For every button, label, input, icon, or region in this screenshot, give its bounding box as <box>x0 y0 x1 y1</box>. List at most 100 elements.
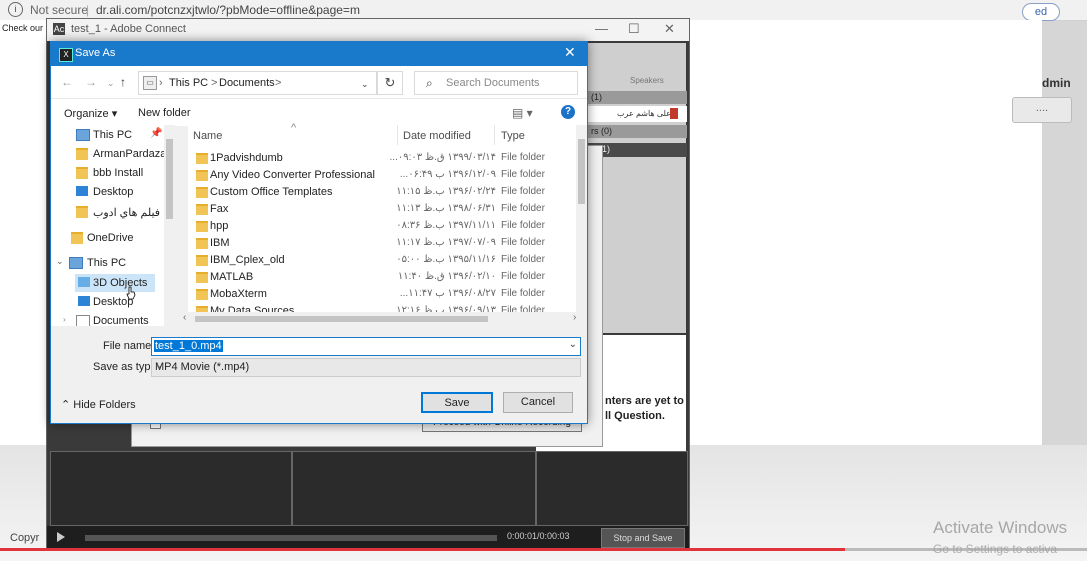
save-as-dialog: X Save As ✕ ← → ⌄ ↑ ▭ › This PC > Docume… <box>50 41 588 424</box>
view-options-icon[interactable]: ▤ ▾ <box>512 106 533 120</box>
search-input[interactable]: ⌕ Search Documents <box>414 71 578 95</box>
file-type: File folder <box>501 203 545 214</box>
column-type[interactable]: Type <box>501 130 525 142</box>
close-icon[interactable]: ✕ <box>564 44 576 61</box>
profile-pill[interactable]: ed <box>1022 3 1060 21</box>
pc-icon <box>69 257 83 269</box>
file-row[interactable]: MATLAB ۱۳۹۶/۰۲/۱۰ ق.ظ ۱۱:۴۰ File folder <box>188 268 576 285</box>
file-name-input[interactable]: test_1_0.mp4 ⌄ <box>151 337 581 356</box>
pc-icon <box>76 129 90 141</box>
forward-arrow-icon[interactable]: → <box>85 75 97 89</box>
file-scrollbar[interactable] <box>576 125 587 312</box>
file-list: Name ^ Date modified Type 1Padvishdumb ۱۳… <box>188 122 587 326</box>
chevron-down-icon[interactable]: ⌄ <box>155 360 577 371</box>
recording-controls: 0:00:01/0:00:03 Stop and Save <box>47 526 689 549</box>
file-type: File folder <box>501 169 545 180</box>
admin-menu-button[interactable]: .... <box>1012 97 1072 123</box>
url-text[interactable]: dr.ali.com/potcnzxjtwlo/?pbMode=offline&… <box>96 3 360 17</box>
timeline-track[interactable] <box>85 535 497 541</box>
copyright-text: Copyr <box>10 532 40 544</box>
column-name[interactable]: Name <box>193 130 222 142</box>
file-name: MATLAB <box>210 271 254 283</box>
minimize-icon[interactable]: — <box>595 21 608 36</box>
dialog-title: Save As <box>75 47 116 59</box>
folder-icon <box>196 221 208 232</box>
new-folder-button[interactable]: New folder <box>138 107 191 119</box>
folder-icon <box>196 272 208 283</box>
info-icon[interactable]: i <box>8 2 23 17</box>
file-row[interactable]: Custom Office Templates ۱۳۹۶/۰۲/۲۴ ب.ظ ۱۱… <box>188 183 576 200</box>
file-row[interactable]: Fax ۱۳۹۸/۰۶/۳۱ ب.ظ ۱۱:۱۳ File folder <box>188 200 576 217</box>
file-date: ۱۳۹۹/۰۳/۱۴ ق.ظ ۰۹:۰۳... <box>389 152 496 163</box>
security-label: Not secure <box>30 3 89 17</box>
stop-and-save-button[interactable]: Stop and Save <box>601 528 685 548</box>
activate-windows-subtext: Go to Settings to activa <box>933 542 1058 556</box>
save-as-type-select[interactable]: MP4 Movie (*.mp4) ⌄ <box>151 358 581 377</box>
pc-icon: ▭ <box>143 76 157 90</box>
file-name: Fax <box>210 203 229 215</box>
file-name-label: File name: <box>103 340 155 352</box>
command-bar: Organize ▾ New folder ▤ ▾ ? <box>51 98 587 126</box>
hide-folders-button[interactable]: ⌃ Hide Folders <box>61 398 136 411</box>
back-arrow-icon[interactable]: ← <box>61 75 73 89</box>
nav-item-this-pc-quick[interactable]: This PC 📌 <box>51 126 175 144</box>
admin-label: dmin <box>1042 76 1071 90</box>
file-row[interactable]: MobaXterm ۱۳۹۶/۰۸/۲۷ ب ۱۱:۴۷... File folde… <box>188 285 576 302</box>
desktop-icon <box>78 296 90 306</box>
chevron-down-icon[interactable]: ⌄ <box>569 339 577 350</box>
url-separator: | <box>86 3 90 17</box>
file-row[interactable]: IBM ۱۳۹۷/۰۷/۰۹ ب.ظ ۱۱:۱۷ File folder <box>188 234 576 251</box>
file-name: MobaXterm <box>210 288 267 300</box>
file-name-value[interactable]: test_1_0.mp4 <box>154 340 223 352</box>
file-row[interactable]: 1Padvishdumb ۱۳۹۹/۰۳/۱۴ ق.ظ ۰۹:۰۳... File … <box>188 149 576 166</box>
attendee-row[interactable]: علی هاشم عرب <box>587 106 687 122</box>
organize-button[interactable]: Organize ▾ <box>64 107 117 120</box>
column-date-modified[interactable]: Date modified <box>403 130 471 142</box>
breadcrumb[interactable]: ▭ › This PC > Documents > ⌄ <box>138 71 377 95</box>
chevron-down-icon[interactable]: ⌄ <box>361 79 369 90</box>
adobe-title-bar: Ac test_1 - Adobe Connect — ☐ ✕ <box>47 19 689 41</box>
3d-objects-icon <box>78 277 90 287</box>
file-type: File folder <box>501 237 545 248</box>
file-date: ۱۳۹۵/۱۱/۱۶ ب.ظ ۰۵:۰۰ <box>396 254 496 265</box>
up-arrow-icon[interactable]: ↑ <box>120 75 126 89</box>
breadcrumb-this-pc[interactable]: This PC <box>169 77 208 89</box>
refresh-icon[interactable]: ↻ <box>377 71 403 95</box>
file-name: 1Padvishdumb <box>210 152 283 164</box>
horizontal-scroll-thumb[interactable] <box>195 316 488 322</box>
play-icon[interactable] <box>57 532 65 542</box>
hide-folders-label: Hide Folders <box>73 399 136 411</box>
file-type: File folder <box>501 288 545 299</box>
adobe-connect-icon: Ac <box>53 23 65 35</box>
file-scroll-thumb[interactable] <box>578 139 585 204</box>
file-row[interactable]: Any Video Converter Professional ۱۳۹۶/۱۲/… <box>188 166 576 183</box>
app-icon: X <box>59 48 73 62</box>
close-icon[interactable]: ✕ <box>664 21 675 37</box>
file-type: File folder <box>501 254 545 265</box>
pin-icon: 📌 <box>150 128 163 139</box>
folder-icon <box>196 170 208 181</box>
chevron-down-icon[interactable]: ⌄ <box>107 78 115 89</box>
file-type: File folder <box>501 186 545 197</box>
nav-scrollbar[interactable] <box>164 125 175 326</box>
attendee-name: علی هاشم عرب <box>617 109 671 118</box>
file-name: Custom Office Templates <box>210 186 333 198</box>
folder-icon <box>196 238 208 249</box>
file-date: ۱۳۹۶/۰۲/۲۴ ب.ظ ۱۱:۱۵ <box>396 186 496 197</box>
hand-cursor-icon <box>126 286 136 300</box>
nav-item-3d-objects[interactable]: 3D Objects <box>75 274 155 292</box>
chevron-down-icon: ⌄ <box>56 256 64 266</box>
horizontal-scrollbar[interactable]: ‹ › <box>175 312 587 326</box>
nav-scroll-thumb[interactable] <box>166 139 173 219</box>
save-button[interactable]: Save <box>421 392 493 413</box>
navigation-row: ← → ⌄ ↑ ▭ › This PC > Documents > ⌄ ↻ ⌕ … <box>51 66 587 98</box>
video-pod <box>50 451 292 526</box>
cancel-button[interactable]: Cancel <box>503 392 573 413</box>
file-row[interactable]: IBM_Cplex_old ۱۳۹۵/۱۱/۱۶ ب.ظ ۰۵:۰۰ File fo… <box>188 251 576 268</box>
breadcrumb-documents[interactable]: Documents <box>219 77 275 89</box>
maximize-icon[interactable]: ☐ <box>628 21 640 37</box>
help-icon[interactable]: ? <box>561 105 575 119</box>
file-row[interactable]: hpp ۱۳۹۷/۱۱/۱۱ ب.ظ ۰۸:۳۶ File folder <box>188 217 576 234</box>
video-progress-played[interactable] <box>0 548 845 551</box>
file-date: ۱۳۹۶/۰۲/۱۰ ق.ظ ۱۱:۴۰ <box>397 271 496 282</box>
